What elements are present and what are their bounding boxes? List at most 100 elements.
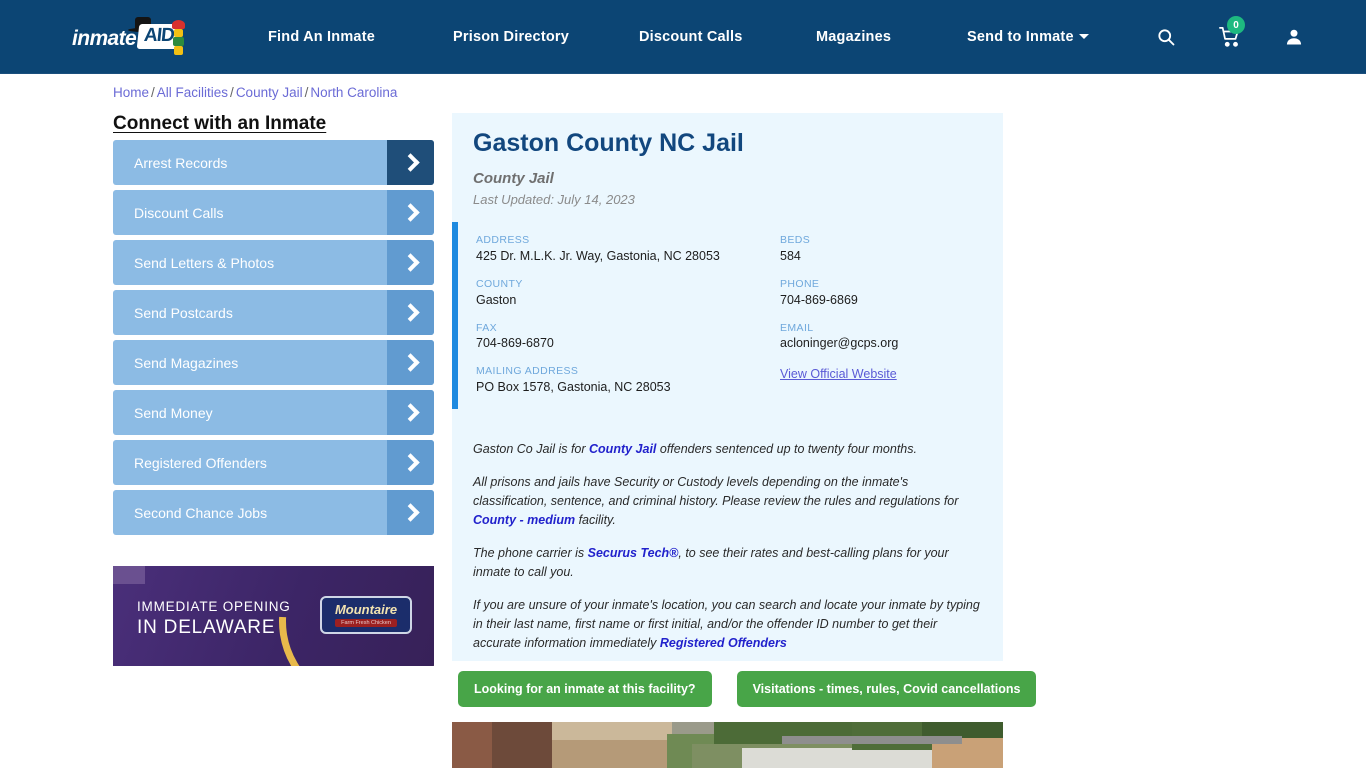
info-value: 425 Dr. M.L.K. Jr. Way, Gastonia, NC 280… [476,248,720,263]
sidebar-item-registered-offenders[interactable]: Registered Offenders [113,440,434,485]
chevron-right-icon[interactable] [387,190,434,235]
facility-title: Gaston County NC Jail [473,129,744,157]
info-item: FAX 704-869-6870 [476,321,766,352]
info-label: COUNTY [476,277,523,290]
facility-info-column-right: BEDS 584 PHONE 704-869-6869 EMAIL acloninger@… [780,233,1010,383]
sidebar-item-label: Send Magazines [134,354,239,371]
sidebar-advertisement[interactable]: IMMEDIATE OPENING IN DELAWARE Mountaire … [113,566,434,666]
breadcrumb-item-all-facilities[interactable]: All Facilities [157,85,228,100]
facility-action-buttons: Looking for an inmate at this facility? … [458,671,1037,707]
info-item: EMAIL acloninger@gcps.org [780,321,1010,352]
facility-panel: Gaston County NC Jail County Jail Last U… [452,113,1003,661]
ad-brand-name: Mountaire [334,602,398,617]
chevron-right-icon[interactable] [387,140,434,185]
logo-wordmark: inmate [72,27,137,50]
facility-subtitle: County Jail [473,170,554,187]
description-link[interactable]: County - medium [473,513,575,527]
ad-headline-line1: IMMEDIATE OPENING [137,599,291,614]
breadcrumb-separator: / [230,85,234,100]
ad-brand-tagline: Farm Fresh Chicken [335,619,397,627]
chevron-down-icon [1078,34,1089,39]
ad-brand-logo: Mountaire Farm Fresh Chicken [320,596,412,634]
description-paragraph: Gaston Co Jail is for County Jail offend… [473,440,985,459]
info-value: 704-869-6869 [780,292,858,307]
nav-send-to-inmate-label: Send to Inmate [967,29,1074,45]
site-logo[interactable]: inmate AID [72,16,194,58]
info-label: MAILING ADDRESS [476,365,579,378]
sidebar-item-label: Registered Offenders [134,454,267,471]
nav-send-to-inmate[interactable]: Send to Inmate [967,29,1089,45]
header-icon-group: 0 [1154,0,1306,74]
info-item: ADDRESS 425 Dr. M.L.K. Jr. Way, Gastonia,… [476,233,766,264]
info-label: PHONE [780,277,820,290]
info-value: 584 [780,248,801,263]
sidebar-item-label: Send Postcards [134,304,233,321]
search-icon[interactable] [1154,25,1178,49]
ad-corner-accent [113,566,145,584]
facility-last-updated: Last Updated: July 14, 2023 [473,192,635,207]
info-item: MAILING ADDRESS PO Box 1578, Gastonia, NC… [476,364,766,395]
sidebar-item-arrest-records[interactable]: Arrest Records [113,140,434,185]
chevron-right-icon[interactable] [387,490,434,535]
info-item: PHONE 704-869-6869 [780,277,1010,308]
description-paragraph: All prisons and jails have Security or C… [473,473,985,530]
info-item: BEDS 584 [780,233,1010,264]
info-item: COUNTY Gaston [476,277,766,308]
info-label: ADDRESS [476,234,530,246]
info-label: BEDS [780,234,811,246]
description-paragraph: The phone carrier is Securus Tech®, to s… [473,544,985,582]
description-paragraph: If you are unsure of your inmate's locat… [473,596,985,653]
description-link[interactable]: County Jail [589,442,656,456]
sidebar-item-label: Arrest Records [134,154,228,171]
info-value: 704-869-6870 [476,336,554,351]
sidebar-item-send-magazines[interactable]: Send Magazines [113,340,434,385]
info-label: FAX [476,321,498,334]
chevron-right-icon[interactable] [387,340,434,385]
breadcrumb-separator: / [304,85,309,100]
description-text: Gaston Co Jail is for [473,442,590,456]
site-header: inmate AID Find An Inmate Prison Directo… [0,0,1366,74]
description-link[interactable]: Securus Tech® [588,546,679,560]
description-text: facility. [575,513,616,527]
breadcrumb-item-county-jail[interactable]: County Jail [236,85,303,100]
facility-description: Gaston Co Jail is for County Jail offend… [473,440,985,667]
sidebar-item-discount-calls[interactable]: Discount Calls [113,190,434,235]
breadcrumb-item-home[interactable]: Home [113,85,149,100]
sidebar-item-label: Send Letters & Photos [134,254,275,271]
ad-headline-line2: IN DELAWARE [137,617,276,638]
chevron-right-icon[interactable] [387,390,434,435]
find-inmate-button[interactable]: Looking for an inmate at this facility? [458,671,712,707]
sidebar-item-label: Second Chance Jobs [134,504,268,521]
nav-discount-calls[interactable]: Discount Calls [639,29,743,45]
sidebar-menu: Arrest Records Discount Calls Send Letters… [113,140,434,540]
info-value: PO Box 1578, Gastonia, NC 28053 [476,380,671,394]
description-text: All prisons and jails have Security or C… [473,475,959,508]
nav-find-an-inmate[interactable]: Find An Inmate [268,29,375,45]
nav-prison-directory[interactable]: Prison Directory [453,29,569,45]
info-value: Gaston [476,292,517,307]
sidebar-item-label: Discount Calls [134,204,224,221]
description-text: offenders sentenced up to twenty four mo… [656,442,917,456]
info-label: EMAIL [780,321,814,334]
cart-count-badge: 0 [1227,16,1245,34]
sidebar-item-second-chance-jobs[interactable]: Second Chance Jobs [113,490,434,535]
description-link[interactable]: Registered Offenders [660,636,787,650]
sidebar-title: Connect with an Inmate [113,113,327,134]
sidebar-item-send-money[interactable]: Send Money [113,390,434,435]
nav-magazines[interactable]: Magazines [816,29,891,45]
chevron-right-icon[interactable] [387,440,434,485]
sidebar-item-send-letters-photos[interactable]: Send Letters & Photos [113,240,434,285]
info-value: acloninger@gcps.org [780,336,899,351]
logo-character-icon [168,20,190,56]
chevron-right-icon[interactable] [387,240,434,285]
shopping-cart-icon[interactable]: 0 [1218,16,1245,49]
description-text: The phone carrier is [473,546,588,560]
user-account-icon[interactable] [1282,25,1306,49]
visitations-button[interactable]: Visitations - times, rules, Covid cancel… [736,671,1037,707]
breadcrumb: Home / All Facilities / County Jail / North Ca… [113,85,397,100]
facility-info-column-left: ADDRESS 425 Dr. M.L.K. Jr. Way, Gastonia,… [476,233,766,408]
sidebar-item-send-postcards[interactable]: Send Postcards [113,290,434,335]
chevron-right-icon[interactable] [387,290,434,335]
view-official-website-link[interactable]: View Official Website [780,367,897,381]
breadcrumb-item-north-carolina[interactable]: North Carolina [310,85,397,100]
